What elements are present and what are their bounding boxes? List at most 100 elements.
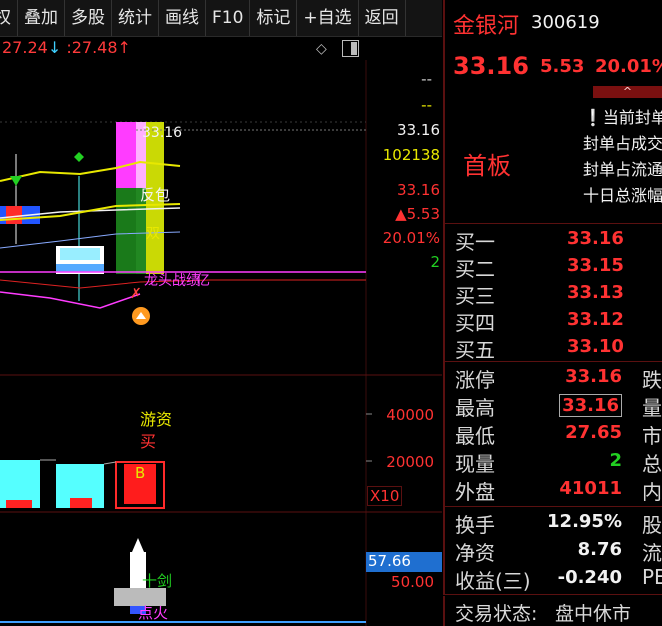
note-seal-amount-text: 当前封单额 (602, 108, 662, 127)
note-seal-amount: ❕当前封单额 (583, 104, 662, 128)
overlay-label-fanbao: 反包 (140, 186, 170, 204)
stat-value: 8.76 (577, 539, 622, 560)
bid-price: 33.13 (567, 282, 624, 303)
quote-price-row: 33.16 5.53 20.01% (443, 46, 662, 86)
board-tag: 首板 (463, 152, 511, 180)
volume-label-buy: 买 (140, 432, 156, 451)
note-seal-float: 封单占流通 (583, 160, 662, 179)
stat-value: 2 (609, 450, 622, 471)
stat-label-cut: 量 (642, 396, 662, 420)
stats-block-price: 涨停 33.16 跌 最高 33.16 量 最低 27.65 市 现量 2 总 外盘 41011 内 (443, 362, 662, 507)
cross-marker: ✗ (130, 286, 142, 302)
bid-row[interactable]: 买一 33.16 (445, 226, 662, 254)
stat-row-outer: 外盘 41011 内 (445, 476, 662, 504)
stat-row-high: 最高 33.16 量 (445, 392, 662, 420)
bid-label: 买一 (455, 230, 495, 254)
volume-label-youzi: 游资 (140, 410, 172, 429)
volume-badge-b: B (135, 464, 145, 482)
down-arrow-marker (10, 176, 22, 186)
toolbar-button-overlay[interactable]: 叠加 (18, 0, 65, 36)
volume-axis-40000: 40000 (386, 406, 434, 424)
stat-label-cut: 股 (642, 513, 662, 537)
toolbar-button-rights[interactable]: 权 (0, 0, 18, 36)
stat-value: 33.16 (565, 366, 622, 387)
note-seal-turnover: 封单占成交 (583, 134, 662, 153)
stat-value: 41011 (559, 478, 622, 499)
note-ten-day-gain: 十日总涨幅 (583, 186, 662, 205)
indicator-label-dianhuo: 点火 (138, 604, 168, 622)
stat-label: 涨停 (455, 368, 495, 392)
stat-label-cut: 市 (642, 424, 662, 448)
stat-row-current-volume: 现量 2 总 (445, 448, 662, 476)
limit-up-summary: 首板 ❕当前封单额 封单占成交 封单占流通 十日总涨幅 (443, 86, 662, 224)
axis-close-label: 33.16 (397, 181, 440, 199)
trading-status-label: 交易状态: (455, 603, 538, 625)
bid-label: 买四 (455, 311, 495, 335)
bid-price: 33.10 (567, 336, 624, 357)
stat-label: 最高 (455, 396, 495, 420)
stat-label-cut: 总 (642, 452, 662, 476)
stock-name: 金银河 (453, 14, 520, 39)
toolbar-button-add-watchlist[interactable]: +自选 (297, 0, 359, 36)
stat-label-cut: 跌 (642, 368, 662, 392)
stock-code: 300619 (531, 12, 600, 33)
toolbar-button-back[interactable]: 返回 (359, 0, 406, 36)
stat-value: 27.65 (565, 422, 622, 443)
last-price: 33.16 (453, 52, 529, 80)
stat-row-low: 最低 27.65 市 (445, 420, 662, 448)
price-change: 5.53 (540, 56, 585, 77)
axis-price-label: 33.16 (397, 121, 440, 139)
stat-row-net-assets: 净资 8.76 流 (445, 537, 662, 565)
stat-value: -0.240 (557, 567, 622, 588)
overlay-label-leader: 龙头战绩 (144, 273, 200, 289)
ma-line-magenta-2 (0, 291, 141, 309)
stat-row-turnover: 换手 12.95% 股 (445, 509, 662, 537)
volume-axis-20000: 20000 (386, 453, 434, 471)
trading-status-row: 交易状态: 盘中休市 (443, 596, 662, 626)
stat-label: 现量 (455, 452, 495, 476)
toolbar-button-statistics[interactable]: 统计 (112, 0, 159, 36)
overlay-label-double: 双 (146, 226, 160, 242)
bid-book: 买一 33.16 买二 33.15 买三 33.13 买四 33.12 买五 33.10 (443, 224, 662, 362)
bid-label: 买三 (455, 284, 495, 308)
trading-status-value: 盘中休市 (555, 603, 632, 625)
stat-row-limit-up: 涨停 33.16 跌 (445, 364, 662, 392)
stat-label-cut: 内 (642, 480, 662, 504)
stat-label: 收益(三) (455, 569, 531, 593)
bid-row[interactable]: 买三 33.13 (445, 280, 662, 308)
quote-panel: 金银河 300619 33.16 5.53 20.01% ^ 首板 ❕当前封单额… (443, 0, 662, 626)
stat-label: 换手 (455, 513, 495, 537)
toolbar-button-mark[interactable]: 标记 (250, 0, 298, 36)
axis-volume-label: 102138 (382, 146, 440, 164)
bid-label: 买五 (455, 338, 495, 362)
toolbar-button-multi-stock[interactable]: 多股 (65, 0, 112, 36)
bid-price: 33.12 (567, 309, 624, 330)
price-marker-label: 33.16 (142, 125, 182, 141)
stat-value: 12.95% (547, 511, 622, 532)
quote-header: 金银河 300619 (443, 0, 662, 46)
toolbar-button-f10[interactable]: F10 (206, 0, 251, 36)
bid-price: 33.16 (567, 228, 624, 249)
stat-label: 净资 (455, 541, 495, 565)
volume-multiplier: X10 (367, 486, 403, 506)
stat-value: 33.16 (559, 394, 622, 417)
stat-row-eps: 收益(三) -0.240 PE (445, 565, 662, 593)
bid-row[interactable]: 买二 33.15 (445, 253, 662, 281)
bid-row[interactable]: 买四 33.12 (445, 307, 662, 335)
bid-row[interactable]: 买五 33.10 (445, 334, 662, 362)
indicator-current-value: 57.66 (366, 552, 442, 572)
indicator-axis-50: 50.00 (391, 573, 434, 591)
stat-label: 外盘 (455, 480, 495, 504)
stat-label-cut: 流 (642, 541, 662, 565)
stat-label-cut: PE (642, 565, 662, 589)
axis-change-label: ▲5.53 (395, 205, 440, 223)
diamond-marker (74, 152, 84, 162)
price-change-pct: 20.01% (595, 56, 662, 77)
stat-label: 最低 (455, 424, 495, 448)
axis-top-2: -- (421, 96, 432, 114)
stats-block-fundamentals: 换手 12.95% 股 净资 8.76 流 收益(三) -0.240 PE (443, 507, 662, 595)
axis-pct-label: 20.01% (382, 229, 440, 247)
indicator-label-jian: 十剑 (142, 572, 172, 590)
toolbar-button-draw-line[interactable]: 画线 (159, 0, 206, 36)
chart-toolbar: 权 叠加 多股 统计 画线 F10 标记 +自选 返回 (0, 0, 442, 37)
